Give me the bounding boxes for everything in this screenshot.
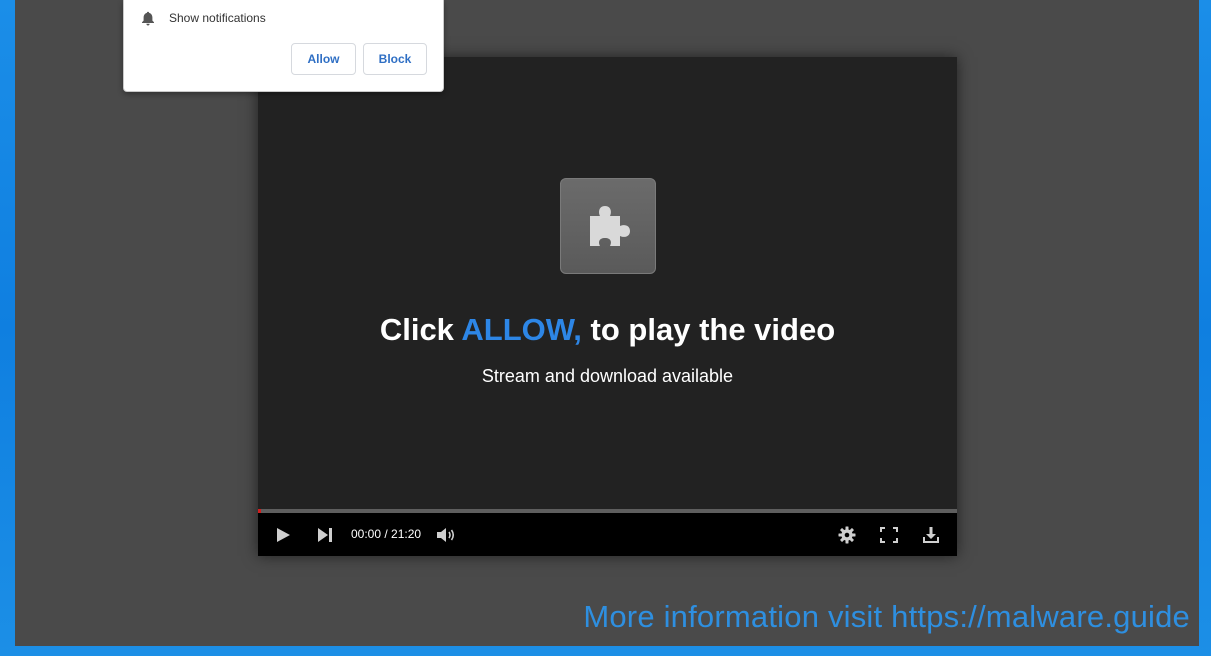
notification-message: Show notifications: [169, 11, 266, 25]
bell-icon: [142, 11, 154, 25]
volume-icon: [437, 527, 455, 542]
watermark-text: More information visit https://malware.g…: [583, 599, 1190, 634]
notification-permission-popup: Show notifications Allow Block: [123, 0, 444, 92]
gear-icon: [838, 526, 856, 543]
download-icon: [923, 526, 939, 543]
notification-prompt-row: Show notifications: [141, 9, 266, 27]
download-button[interactable]: [920, 513, 942, 556]
settings-button[interactable]: [836, 513, 858, 556]
allow-button[interactable]: Allow: [291, 43, 356, 75]
video-player[interactable]: Click ALLOW, to play the video Stream an…: [258, 57, 957, 556]
puzzle-piece-icon: [590, 206, 630, 246]
headline-prefix: Click: [379, 312, 462, 347]
headline-suffix: to play the video: [581, 312, 836, 347]
headline-highlight: ALLOW,: [461, 312, 582, 347]
play-button[interactable]: [272, 513, 294, 556]
play-icon: [277, 527, 290, 542]
player-controls: 00:00 / 21:20: [258, 513, 957, 556]
skip-next-icon: [318, 527, 332, 542]
block-button[interactable]: Block: [363, 43, 427, 75]
plugin-placeholder[interactable]: [560, 178, 656, 274]
fullscreen-button[interactable]: [878, 513, 900, 556]
play-prompt-headline: Click ALLOW, to play the video: [258, 312, 957, 348]
volume-button[interactable]: [434, 513, 460, 556]
play-prompt-subtitle: Stream and download available: [481, 366, 734, 386]
next-button[interactable]: [314, 513, 336, 556]
time-display: 00:00 / 21:20: [351, 527, 422, 541]
fullscreen-icon: [880, 526, 898, 543]
